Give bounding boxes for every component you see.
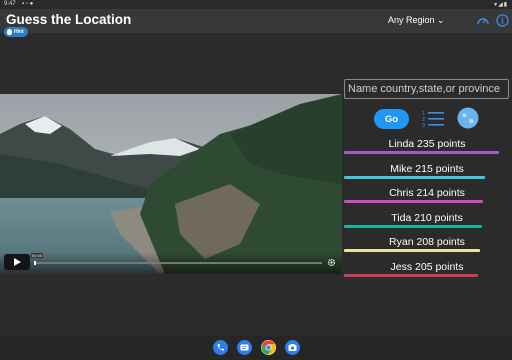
play-button[interactable] [4,254,30,270]
region-dropdown[interactable]: Any Region ⌄ [388,15,445,26]
svg-text:3: 3 [422,123,425,129]
score-bar [344,224,482,228]
go-button[interactable]: Go [374,109,409,129]
gear-icon[interactable] [327,258,336,267]
ranked-list-icon[interactable]: 1 2 3 [421,109,445,129]
video-scrubber[interactable] [34,261,322,265]
lightbulb-icon [7,29,12,35]
location-search-input[interactable] [344,79,509,99]
notification-icons: ▪ ▫ ● [22,1,34,7]
leaderboard-row: Linda 235 points [344,138,512,163]
player-score-label: Tida 210 points [391,211,463,224]
leaderboard-row: Tida 210 points [344,212,512,237]
video-frame [0,94,342,274]
phone-app-icon[interactable] [213,340,228,355]
leaderboard: Linda 235 points Mike 215 points Chris 2… [344,138,512,285]
player-score-label: Jess 205 points [390,260,464,273]
app-title: Guess the Location [6,12,132,27]
app-bar: Guess the Location Any Region ⌄ [0,9,512,33]
globe-icon[interactable] [457,107,479,129]
leaderboard-row: Jess 205 points [344,261,512,286]
score-bar [344,151,499,154]
player-score-label: Mike 215 points [390,162,464,175]
camera-app-icon[interactable] [285,340,300,355]
info-icon[interactable] [496,14,509,27]
video-player[interactable] [0,94,342,274]
score-bar [344,175,486,179]
score-bar [344,273,479,277]
scrubber-knob[interactable] [34,261,36,265]
system-icons: ▾◢▮ [494,2,508,8]
player-score-label: Ryan 208 points [389,236,465,248]
messages-app-icon[interactable] [237,340,252,355]
hint-label: Hint [14,29,24,35]
status-time: 9:47 [4,1,16,7]
region-label: Any Region [388,15,435,25]
score-bar [344,200,484,203]
status-bar: 9:47 ▪ ▫ ● ▾◢▮ [0,0,512,9]
hint-button[interactable]: Hint [4,27,28,37]
chevron-down-icon: ⌄ [437,15,445,25]
leaderboard-row: Ryan 208 points [344,236,512,261]
player-score-label: Linda 235 points [388,138,466,150]
chrome-app-icon[interactable] [261,340,276,355]
score-bar [344,249,480,252]
player-score-label: Chris 214 points [389,187,465,199]
system-nav-bar [0,335,512,360]
speedometer-icon[interactable] [476,14,490,28]
leaderboard-row: Mike 215 points [344,163,512,188]
leaderboard-row: Chris 214 points [344,187,512,212]
video-timecode: 00:00 [31,253,44,258]
